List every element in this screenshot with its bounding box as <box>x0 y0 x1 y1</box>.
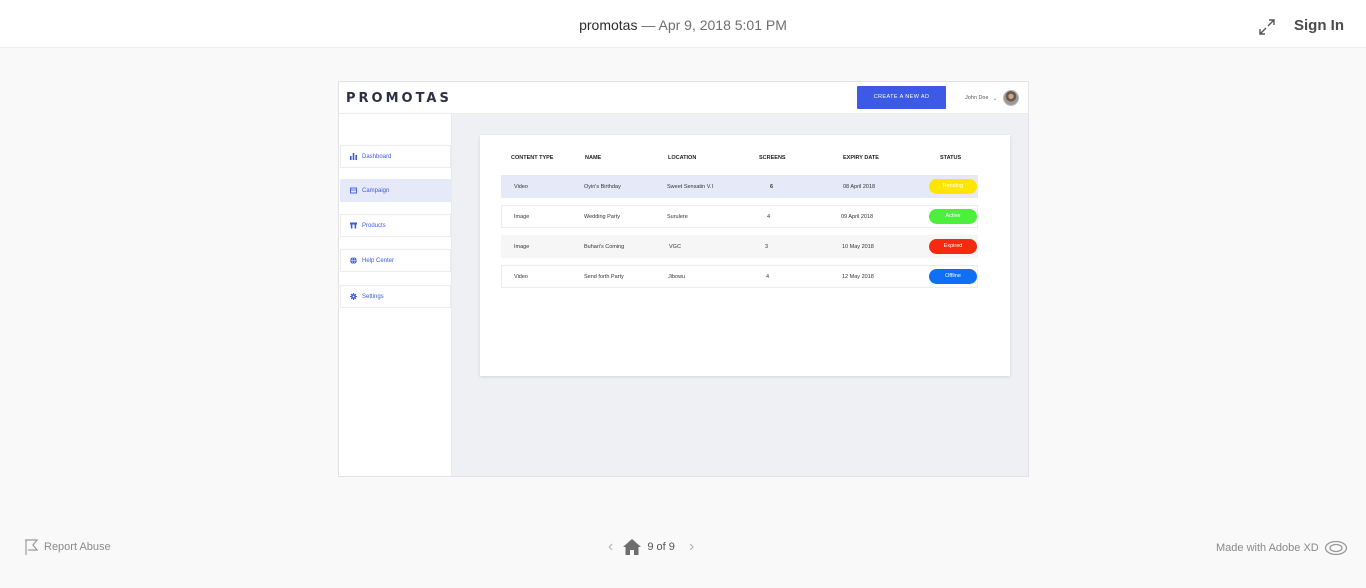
prev-page-button[interactable]: ‹ <box>608 538 613 556</box>
document-timestamp: — Apr 9, 2018 5:01 PM <box>641 17 787 33</box>
made-with-label: Made with Adobe XD <box>1216 542 1319 554</box>
globe-icon <box>350 257 357 264</box>
next-page-button[interactable]: › <box>689 538 694 556</box>
table-row[interactable]: Image Wedding Party Surulere 4 09 April … <box>501 205 978 228</box>
cell-name: Send forth Party <box>584 274 624 280</box>
sidebar-item-label: Products <box>362 222 386 229</box>
sidebar-item-label: Campaign <box>362 187 390 194</box>
user-menu[interactable]: John Doe ⌄ <box>965 89 1019 107</box>
sidebar-item-dashboard[interactable]: Dashboard <box>340 145 451 168</box>
gear-icon <box>350 293 357 300</box>
cell-content-type: Video <box>514 184 528 190</box>
sidebar-item-help-center[interactable]: Help Center <box>340 249 451 272</box>
column-header-status: STATUS <box>940 155 962 161</box>
sign-in-link[interactable]: Sign In <box>1294 17 1344 34</box>
cell-location: Sweet Sensatin V.I <box>667 184 713 190</box>
bar-chart-icon <box>350 153 357 160</box>
cell-screens: 6 <box>770 184 774 190</box>
cell-content-type: Video <box>514 274 528 280</box>
cell-location: Jibowu <box>668 274 686 280</box>
cell-name: Oyin's Birthday <box>584 184 621 190</box>
cell-name: Wedding Party <box>584 214 620 220</box>
fullscreen-icon[interactable] <box>1258 18 1276 36</box>
user-name: John Doe <box>965 95 989 101</box>
flag-icon <box>25 539 38 555</box>
project-name: promotas <box>579 17 638 33</box>
report-abuse-label: Report Abuse <box>44 541 111 553</box>
sidebar: Dashboard Campaign Products Help Center … <box>339 114 452 476</box>
column-header-name: NAME <box>585 155 602 161</box>
cell-content-type: Image <box>514 214 530 220</box>
sidebar-item-label: Settings <box>362 293 384 300</box>
report-abuse-link[interactable]: Report Abuse <box>24 539 111 555</box>
sidebar-item-products[interactable]: Products <box>340 214 451 237</box>
table-row[interactable]: Video Send forth Party Jibowu 4 12 May 2… <box>501 265 978 288</box>
cell-expiry-date: 09 April 2018 <box>841 214 874 220</box>
envelope-icon <box>350 187 357 194</box>
made-with-adobe-xd[interactable]: Made with Adobe XD <box>1216 540 1348 556</box>
sidebar-item-settings[interactable]: Settings <box>340 285 451 308</box>
table-row[interactable]: Video Oyin's Birthday Sweet Sensatin V.I… <box>501 175 978 198</box>
document-title: promotas — Apr 9, 2018 5:01 PM <box>0 17 1366 33</box>
home-icon[interactable] <box>623 539 642 555</box>
column-header-content-type: CONTENT TYPE <box>511 155 554 161</box>
cell-location: Surulere <box>667 214 688 220</box>
cell-name: Buhari's Coming <box>584 244 625 250</box>
chevron-down-icon: ⌄ <box>992 95 998 102</box>
campaign-table-card: CONTENT TYPE NAME LOCATION SCREENS EXPIR… <box>480 135 1010 376</box>
viewer-top-bar: promotas — Apr 9, 2018 5:01 PM Sign In <box>0 0 1366 48</box>
creative-cloud-icon <box>1324 540 1347 556</box>
sidebar-item-label: Help Center <box>362 257 395 264</box>
cell-screens: 4 <box>766 274 770 280</box>
status-badge: Expired <box>929 239 977 254</box>
cell-expiry-date: 08 April 2018 <box>843 184 876 190</box>
promotas-logo: PROMOTAS <box>346 91 452 106</box>
status-badge: Active <box>929 209 977 224</box>
status-badge: Offline <box>929 269 977 284</box>
create-new-ad-button[interactable]: CREATE A NEW AD <box>857 86 946 109</box>
avatar[interactable] <box>1002 90 1019 106</box>
cell-expiry-date: 10 May 2018 <box>842 244 874 250</box>
column-header-screens: SCREENS <box>759 155 786 161</box>
cell-expiry-date: 12 May 2018 <box>842 274 874 280</box>
page-indicator: 9 of 9 <box>647 541 675 553</box>
table-row[interactable]: Image Buhari's Coming VGC 3 10 May 2018 … <box>501 235 978 258</box>
sidebar-item-label: Dashboard <box>362 153 392 160</box>
sidebar-item-campaign[interactable]: Campaign <box>340 179 451 202</box>
column-header-expiry-date: EXPIRY DATE <box>843 155 879 161</box>
cell-content-type: Image <box>514 244 530 250</box>
column-header-location: LOCATION <box>668 155 697 161</box>
page-navigation: ‹ 9 of 9 › <box>608 538 694 556</box>
app-header: PROMOTAS CREATE A NEW AD John Doe ⌄ <box>339 82 1028 114</box>
artboard: PROMOTAS CREATE A NEW AD John Doe ⌄ Dash… <box>338 81 1029 477</box>
shop-icon <box>350 222 357 229</box>
cell-screens: 3 <box>765 244 769 250</box>
status-badge: Pending <box>929 179 977 194</box>
cell-location: VGC <box>669 244 681 250</box>
cell-screens: 4 <box>767 214 771 220</box>
